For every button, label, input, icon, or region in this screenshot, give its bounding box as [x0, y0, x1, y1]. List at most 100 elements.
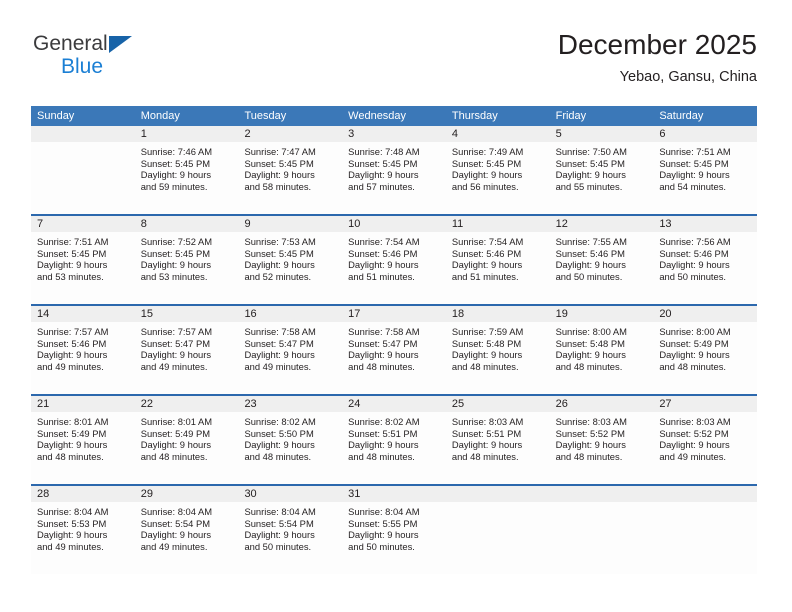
sunset-time: Sunset: 5:53 PM	[37, 517, 107, 529]
daylight-duration-line2: and 52 minutes.	[244, 270, 312, 282]
weekday-header-monday: Monday	[140, 110, 180, 122]
daylight-duration-line2: and 50 minutes.	[244, 540, 312, 552]
daylight-duration-line2: and 48 minutes.	[555, 360, 623, 372]
calendar-day-cell[interactable]: 23 Sunrise: 8:02 AM Sunset: 5:50 PM Dayligh…	[238, 396, 343, 484]
calendar-day-cell[interactable]: 22 Sunrise: 8:01 AM Sunset: 5:49 PM Dayligh…	[134, 396, 239, 484]
daylight-duration-line2: and 49 minutes.	[140, 540, 208, 552]
daylight-duration-line2: and 51 minutes.	[451, 270, 519, 282]
calendar-week-row: 7 Sunrise: 7:51 AM Sunset: 5:45 PM Daylight…	[31, 214, 758, 304]
sunset-time: Sunset: 5:48 PM	[555, 337, 625, 349]
weekday-header-thursday: Thursday	[451, 110, 498, 122]
calendar-week-row: 1 Sunrise: 7:46 AM Sunset: 5:45 PM Daylight…	[31, 126, 758, 214]
calendar-day-cell[interactable]: 1 Sunrise: 7:46 AM Sunset: 5:45 PM Daylight…	[134, 126, 239, 214]
calendar-day-cell[interactable]: 24 Sunrise: 8:02 AM Sunset: 5:51 PM Dayligh…	[342, 396, 446, 484]
sunset-time: Sunset: 5:47 PM	[244, 337, 314, 349]
calendar-day-cell[interactable]: 17 Sunrise: 7:58 AM Sunset: 5:47 PM Dayligh…	[342, 306, 446, 394]
calendar-week-row: 28 Sunrise: 8:04 AM Sunset: 5:53 PM Dayligh…	[31, 484, 758, 574]
daylight-duration-line1: Daylight: 9 hours	[140, 439, 212, 451]
sunrise-time: Sunrise: 7:48 AM	[348, 146, 420, 157]
calendar-day-cell[interactable]: 2 Sunrise: 7:47 AM Sunset: 5:45 PM Daylight…	[238, 126, 343, 214]
sunset-time: Sunset: 5:45 PM	[244, 247, 314, 259]
day-number: 5	[549, 126, 654, 142]
sunrise-time: Sunrise: 8:02 AM	[348, 416, 420, 427]
calendar-day-cell[interactable]: 13 Sunrise: 7:56 AM Sunset: 5:46 PM Dayligh…	[653, 216, 758, 304]
calendar-day-cell[interactable]: 4 Sunrise: 7:49 AM Sunset: 5:45 PM Daylight…	[445, 126, 550, 214]
calendar-day-cell[interactable]: 8 Sunrise: 7:52 AM Sunset: 5:45 PM Daylight…	[134, 216, 239, 304]
calendar-day-cell[interactable]: 11 Sunrise: 7:54 AM Sunset: 5:46 PM Dayligh…	[445, 216, 550, 304]
calendar-day-cell[interactable]: 21 Sunrise: 8:01 AM Sunset: 5:49 PM Dayligh…	[31, 396, 135, 484]
daylight-duration-line1: Daylight: 9 hours	[451, 169, 523, 181]
calendar-day-cell[interactable]: 20 Sunrise: 8:00 AM Sunset: 5:49 PM Dayligh…	[653, 306, 758, 394]
calendar-day-cell[interactable]: 30 Sunrise: 8:04 AM Sunset: 5:54 PM Dayligh…	[238, 486, 343, 574]
daylight-duration-line1: Daylight: 9 hours	[244, 529, 315, 541]
weekday-header-friday: Friday	[555, 110, 587, 122]
daylight-duration-line2: and 48 minutes.	[451, 450, 519, 462]
sunrise-time: Sunrise: 7:46 AM	[140, 146, 213, 157]
day-sun-info: Sunrise: 7:49 AM Sunset: 5:45 PM Daylight:…	[446, 142, 550, 192]
sunrise-time: Sunrise: 7:56 AM	[659, 236, 731, 247]
daylight-duration-line2: and 48 minutes.	[451, 360, 519, 372]
calendar-day-cell[interactable]: 26 Sunrise: 8:03 AM Sunset: 5:52 PM Dayligh…	[549, 396, 654, 484]
calendar-day-cell[interactable]: 31 Sunrise: 8:04 AM Sunset: 5:55 PM Dayligh…	[342, 486, 446, 574]
calendar-day-cell[interactable]: 9 Sunrise: 7:53 AM Sunset: 5:45 PM Daylight…	[238, 216, 343, 304]
weekday-header-wednesday: Wednesday	[348, 110, 407, 122]
weekday-header-saturday: Saturday	[659, 110, 704, 122]
general-blue-logo: General Blue	[33, 32, 233, 84]
calendar-grid: Sunday Monday Tuesday Wednesday Thursday Frid…	[31, 106, 758, 574]
calendar-day-cell[interactable]: 29 Sunrise: 8:04 AM Sunset: 5:54 PM Dayligh…	[134, 486, 239, 574]
day-number: 31	[342, 486, 446, 502]
calendar-day-cell[interactable]: 10 Sunrise: 7:54 AM Sunset: 5:46 PM Dayligh…	[342, 216, 446, 304]
day-number: 27	[653, 396, 758, 412]
daylight-duration-line1: Daylight: 9 hours	[555, 169, 626, 181]
day-number: 26	[549, 396, 654, 412]
sunset-time: Sunset: 5:46 PM	[659, 247, 729, 259]
day-number: 22	[134, 396, 239, 412]
calendar-day-cell[interactable]: 27 Sunrise: 8:03 AM Sunset: 5:52 PM Dayligh…	[653, 396, 758, 484]
daylight-duration-line2: and 48 minutes.	[348, 360, 415, 372]
daylight-duration-line2: and 49 minutes.	[37, 540, 104, 552]
daylight-duration-line2: and 54 minutes.	[659, 180, 727, 192]
daylight-duration-line1: Daylight: 9 hours	[451, 439, 523, 451]
sunset-time: Sunset: 5:54 PM	[140, 517, 211, 529]
sunset-time: Sunset: 5:50 PM	[244, 427, 314, 439]
calendar-day-cell[interactable]: 16 Sunrise: 7:58 AM Sunset: 5:47 PM Dayligh…	[238, 306, 343, 394]
day-sun-info: Sunrise: 8:04 AM Sunset: 5:54 PM Daylight:…	[135, 502, 239, 552]
sunrise-time: Sunrise: 7:52 AM	[140, 236, 213, 247]
day-number	[653, 486, 758, 502]
sunrise-time: Sunrise: 7:57 AM	[140, 326, 213, 337]
sunrise-time: Sunrise: 8:01 AM	[37, 416, 109, 427]
day-number: 20	[653, 306, 758, 322]
day-number: 8	[134, 216, 239, 232]
calendar-day-cell[interactable]: 15 Sunrise: 7:57 AM Sunset: 5:47 PM Dayligh…	[134, 306, 239, 394]
calendar-day-cell[interactable]: 12 Sunrise: 7:55 AM Sunset: 5:46 PM Dayligh…	[549, 216, 654, 304]
daylight-duration-line1: Daylight: 9 hours	[659, 349, 730, 361]
sunset-time: Sunset: 5:51 PM	[451, 427, 522, 439]
day-number: 16	[238, 306, 343, 322]
calendar-day-cell[interactable]: 28 Sunrise: 8:04 AM Sunset: 5:53 PM Dayligh…	[31, 486, 135, 574]
calendar-day-cell[interactable]: 19 Sunrise: 8:00 AM Sunset: 5:48 PM Dayligh…	[549, 306, 654, 394]
daylight-duration-line2: and 49 minutes.	[244, 360, 312, 372]
calendar-day-cell[interactable]: 25 Sunrise: 8:03 AM Sunset: 5:51 PM Dayligh…	[445, 396, 550, 484]
daylight-duration-line1: Daylight: 9 hours	[37, 529, 108, 541]
calendar-day-cell[interactable]: 6 Sunrise: 7:51 AM Sunset: 5:45 PM Daylight…	[653, 126, 758, 214]
daylight-duration-line2: and 48 minutes.	[348, 450, 415, 462]
calendar-day-cell[interactable]: 5 Sunrise: 7:50 AM Sunset: 5:45 PM Daylight…	[549, 126, 654, 214]
day-sun-info: Sunrise: 8:04 AM Sunset: 5:53 PM Daylight:…	[31, 502, 135, 552]
day-sun-info: Sunrise: 7:46 AM Sunset: 5:45 PM Daylight:…	[135, 142, 239, 192]
sunset-time: Sunset: 5:45 PM	[659, 157, 729, 169]
logo-text-general: General	[33, 32, 108, 55]
day-sun-info: Sunrise: 7:54 AM Sunset: 5:46 PM Daylight:…	[446, 232, 550, 282]
calendar-day-cell[interactable]: 18 Sunrise: 7:59 AM Sunset: 5:48 PM Dayligh…	[445, 306, 550, 394]
sunrise-time: Sunrise: 7:54 AM	[451, 236, 524, 247]
day-sun-info: Sunrise: 8:00 AM Sunset: 5:48 PM Daylight:…	[550, 322, 654, 372]
sunrise-time: Sunrise: 8:02 AM	[244, 416, 316, 427]
calendar-day-cell[interactable]: 3 Sunrise: 7:48 AM Sunset: 5:45 PM Daylight…	[342, 126, 446, 214]
day-number	[549, 486, 654, 502]
calendar-day-cell[interactable]: 7 Sunrise: 7:51 AM Sunset: 5:45 PM Daylight…	[31, 216, 135, 304]
sunset-time: Sunset: 5:45 PM	[140, 157, 211, 169]
day-sun-info: Sunrise: 7:55 AM Sunset: 5:46 PM Daylight:…	[550, 232, 654, 282]
day-number: 29	[134, 486, 239, 502]
sunrise-time: Sunrise: 7:55 AM	[555, 236, 627, 247]
calendar-day-cell[interactable]: 14 Sunrise: 7:57 AM Sunset: 5:46 PM Dayligh…	[31, 306, 135, 394]
daylight-duration-line1: Daylight: 9 hours	[140, 529, 212, 541]
